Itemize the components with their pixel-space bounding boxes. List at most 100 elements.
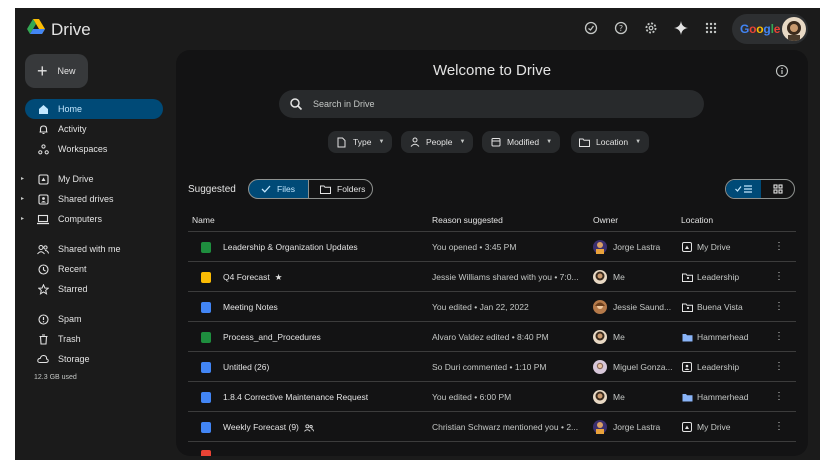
calendar-icon: [490, 137, 501, 148]
app-name[interactable]: Drive: [51, 20, 91, 40]
location-name[interactable]: My Drive: [697, 242, 731, 252]
more-options-icon[interactable]: ⋮: [773, 361, 785, 373]
gemini-sparkle-icon[interactable]: [673, 20, 689, 36]
table-row[interactable]: Process_and_Procedures Alvaro Valdez edi…: [188, 322, 796, 352]
google-wordmark: Google: [740, 22, 781, 36]
filter-modified-chip[interactable]: Modified ▼: [482, 131, 561, 153]
column-header-name[interactable]: Name: [192, 215, 215, 225]
filter-people-chip[interactable]: People ▼: [401, 131, 474, 153]
reason-suggested: Jessie Williams shared with you • 7:0...: [432, 272, 579, 282]
help-icon[interactable]: ?: [613, 20, 629, 36]
search-bar[interactable]: Search in Drive: [279, 90, 704, 118]
location-name[interactable]: Hammerhead: [697, 392, 749, 402]
table-row[interactable]: Weekly Forecast (9) Christian Schwarz me…: [188, 412, 796, 442]
sidebar-item-trash[interactable]: Trash: [25, 329, 163, 349]
column-header-owner: Owner: [593, 215, 619, 225]
location-name[interactable]: My Drive: [697, 422, 731, 432]
sidebar-item-label: Storage: [58, 354, 90, 364]
table-row[interactable]: Untitled (26) So Duri commented • 1:10 P…: [188, 352, 796, 382]
location-name[interactable]: Hammerhead: [697, 332, 749, 342]
reason-suggested: You opened • 3:45 PM: [432, 242, 517, 252]
view-toggle[interactable]: [725, 179, 795, 199]
location-name[interactable]: Leadership: [697, 272, 739, 282]
more-options-icon[interactable]: ⋮: [773, 301, 785, 313]
dropdown-arrow-icon: ▼: [378, 139, 385, 145]
folder-icon: [681, 331, 693, 343]
shared-drives-icon: [36, 192, 50, 206]
more-options-icon[interactable]: ⋮: [773, 391, 785, 403]
sidebar-item-label: Shared drives: [58, 194, 114, 204]
files-toggle[interactable]: Files: [248, 179, 309, 199]
expand-arrow-icon[interactable]: ▸: [21, 175, 24, 182]
folders-toggle-label: Folders: [337, 184, 366, 194]
apps-grid-icon[interactable]: [703, 20, 719, 36]
suggested-heading: Suggested: [188, 184, 236, 195]
search-input[interactable]: Search in Drive: [313, 99, 375, 109]
expand-arrow-icon[interactable]: ▸: [21, 215, 24, 222]
owner-name: Me: [613, 332, 625, 342]
file-name: Weekly Forecast (9): [223, 422, 299, 432]
sidebar-item-activity[interactable]: Activity: [25, 119, 163, 139]
person-icon: [409, 137, 420, 148]
expand-arrow-icon[interactable]: ▸: [21, 195, 24, 202]
owner-avatar: [593, 420, 607, 434]
folder-outline-icon: [579, 137, 590, 148]
owner-name: Miguel Gonza...: [613, 362, 673, 372]
list-view-button[interactable]: [726, 180, 761, 198]
table-header: Name Reason suggested Owner Location: [188, 208, 796, 232]
sidebar-item-label: My Drive: [58, 174, 94, 184]
account-switcher[interactable]: Google: [732, 14, 808, 44]
list-view-icon: [734, 185, 752, 193]
account-avatar[interactable]: [782, 17, 806, 41]
trash-icon: [36, 332, 50, 346]
sidebar-item-computers[interactable]: ▸ Computers: [21, 209, 163, 229]
owner-avatar: [593, 240, 607, 254]
drive-logo-icon[interactable]: [27, 19, 45, 35]
shared-folder-icon: [681, 271, 693, 283]
table-row-partial[interactable]: [188, 442, 796, 456]
table-row[interactable]: Q4 Forecast ★ Jessie Williams shared with…: [188, 262, 796, 292]
sidebar-item-shared-with-me[interactable]: Shared with me: [25, 239, 163, 259]
offline-status-icon[interactable]: [583, 20, 599, 36]
sidebar-item-spam[interactable]: Spam: [25, 309, 163, 329]
my-drive-icon: [36, 172, 50, 186]
owner-name: Jessie Saund...: [613, 302, 672, 312]
file-name: Meeting Notes: [223, 302, 278, 312]
star-icon: [36, 282, 50, 296]
more-options-icon[interactable]: ⋮: [773, 421, 785, 433]
table-row[interactable]: 1.8.4 Corrective Maintenance Request You…: [188, 382, 796, 412]
sidebar-item-starred[interactable]: Starred: [25, 279, 163, 299]
new-button[interactable]: + New: [25, 54, 88, 88]
grid-view-icon: [773, 184, 783, 194]
filter-location-chip[interactable]: Location ▼: [571, 131, 650, 153]
owner-name: Jorge Lastra: [613, 242, 661, 252]
sidebar-item-home[interactable]: Home: [25, 99, 163, 119]
location-name[interactable]: Buena Vista: [697, 302, 743, 312]
file-name: Untitled (26): [223, 362, 270, 372]
sidebar-item-storage[interactable]: Storage: [25, 349, 163, 369]
sidebar-item-label: Activity: [58, 124, 87, 134]
grid-view-button[interactable]: [761, 180, 794, 198]
filter-type-chip[interactable]: Type ▼: [328, 131, 393, 153]
more-options-icon[interactable]: ⋮: [773, 331, 785, 343]
table-row[interactable]: Meeting Notes You edited • Jan 22, 2022 …: [188, 292, 796, 322]
sidebar-item-workspaces[interactable]: Workspaces: [25, 139, 163, 159]
location-name[interactable]: Leadership: [697, 362, 739, 372]
folders-toggle[interactable]: Folders: [308, 179, 373, 199]
docs-icon: [201, 422, 211, 433]
sidebar-item-label: Recent: [58, 264, 87, 274]
sidebar-item-label: Starred: [58, 284, 88, 294]
sidebar-item-label: Spam: [58, 314, 82, 324]
more-options-icon[interactable]: ⋮: [773, 241, 785, 253]
table-row[interactable]: Leadership & Organization Updates You op…: [188, 232, 796, 262]
computer-icon: [36, 212, 50, 226]
settings-icon[interactable]: [643, 20, 659, 36]
more-options-icon[interactable]: ⋮: [773, 271, 785, 283]
sidebar-item-recent[interactable]: Recent: [25, 259, 163, 279]
info-icon[interactable]: [775, 64, 789, 78]
owner-avatar: [593, 360, 607, 374]
sheets-icon: [201, 332, 211, 343]
sidebar-item-shared-drives[interactable]: ▸ Shared drives: [21, 189, 163, 209]
sidebar-item-my-drive[interactable]: ▸ My Drive: [21, 169, 163, 189]
file-name: 1.8.4 Corrective Maintenance Request: [223, 392, 369, 402]
